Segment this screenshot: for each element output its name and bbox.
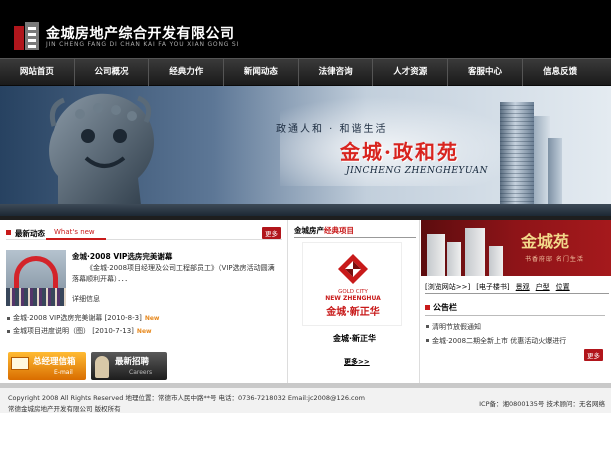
list-item[interactable]: 金城·2008二期全新上市 优惠活动火爆进行 [425,334,609,348]
project-logo-cn: 金城·新正华 [326,307,380,318]
list-item[interactable]: 金城·2008 VIP选房完美谢幕 [2010-8-3] New [6,312,282,325]
nav-item-legal[interactable]: 法律咨询 [299,59,374,86]
projects-heading-prefix: 金城房产 [294,226,324,235]
envelope-icon [11,357,29,370]
hero-banner: 政通人和 · 和谐生活 金城·政和苑 JINCHENG ZHENGHEYUAN [0,86,611,216]
tab-browse-site[interactable]: [浏览网站>>] [425,281,470,293]
nav-item-news[interactable]: 新闻动态 [224,59,299,86]
news-heading-en: What's new [54,228,95,236]
stone-lion-image [49,93,155,214]
news-heading: 最新动态 [15,229,45,238]
diamond-logo-icon [338,254,368,284]
list-item[interactable]: 金城项目进度说明（图） [2010-7-13] New [6,325,282,338]
company-pinyin: JIN CHENG FANG DI CHAN KAI FA YOU XIAN G… [46,41,240,48]
property-banner-title: 金城苑 [521,232,570,251]
bullet-icon [6,230,11,235]
projects-heading-accent: 经典项目 [324,226,354,235]
mailbox-sub: E-mail [54,369,73,376]
news-item-text[interactable]: 金城·2008 VIP选房完美谢幕 [2010-8-3] [13,314,142,322]
banner-title: 金城·政和苑 [340,140,459,164]
nav-item-projects[interactable]: 经典力作 [149,59,225,86]
tab-landscape[interactable]: 景观 [516,281,530,293]
property-banner[interactable]: 金城苑 书香府邸 名门生活 [421,220,611,276]
property-tabs: [浏览网站>>] [电子楼书] 景观 户型 位置 [425,281,609,294]
bullet-icon [425,305,430,310]
company-logo-icon[interactable] [14,22,40,50]
notice-heading: 公告栏 [425,302,457,313]
site-header: 金城房地产综合开发有限公司 JIN CHENG FANG DI CHAN KAI… [0,0,611,58]
recruitment-sub: Careers [129,369,153,376]
company-name: 金城房地产综合开发有限公司 [46,26,235,42]
tab-location[interactable]: 位置 [556,281,570,293]
project-logo-en2: NEW ZHENGHUA [325,295,381,302]
new-badge: New [144,315,160,322]
project-name[interactable]: 金城·新正华 [288,333,421,344]
right-section: 金城苑 书香府邸 名门生活 [浏览网站>>] [电子楼书] 景观 户型 位置 公… [421,220,611,383]
nav-item-about[interactable]: 公司概况 [75,59,150,86]
detail-link[interactable]: 详细信息 [72,294,100,304]
recruitment-button[interactable]: 最新招聘 Careers [91,352,167,380]
nav-item-service[interactable]: 客服中心 [448,59,523,86]
banner-pinyin: JINCHENG ZHENGHEYUAN [346,166,489,176]
news-header: 最新动态 What's new [6,226,282,240]
footer-copyright: Copyright 2008 All Rights Reserved 地理位置：… [8,394,365,402]
featured-news-desc: 《金城·2008项目经理及公司工程部员工》（VIP选房活动圆满落幕顺利开幕）．．… [72,264,275,283]
new-badge: New [136,328,152,335]
person-icon [95,356,109,378]
nav-item-feedback[interactable]: 信息反馈 [523,59,598,86]
footer-icp: ICP备：湘0800135号 技术顾问：无名网络 [479,400,605,408]
manager-mailbox-button[interactable]: 总经理信箱 E-mail [8,352,86,380]
news-section: 最新动态 What's new 更多 金城·2008 VIP选房完美谢幕 《金城… [0,220,286,383]
nav-item-careers[interactable]: 人才资源 [373,59,449,86]
site-footer: Copyright 2008 All Rights Reserved 地理位置：… [0,383,611,413]
news-more-button[interactable]: 更多 [262,227,281,239]
footer-company: 常德金城房地产开发有限公司 版权所有 [8,405,121,413]
project-logo-box[interactable]: GOLD CITY NEW ZHENGHUA 金城·新正华 [302,242,402,326]
news-photo[interactable] [6,250,66,306]
list-item[interactable]: 清明节放假通知 [425,320,609,334]
notice-list: 清明节放假通知 金城·2008二期全新上市 优惠活动火爆进行 [425,320,609,348]
main-nav: 网站首页 公司概况 经典力作 新闻动态 法律咨询 人才资源 客服中心 信息反馈 [0,58,611,86]
property-banner-slogan: 书香府邸 名门生活 [525,256,584,263]
recruitment-title: 最新招聘 [115,357,150,367]
news-item-text[interactable]: 金城项目进度说明（图） [2010-7-13] [13,327,134,335]
tab-floorplan[interactable]: 户型 [536,281,550,293]
projects-heading: 金城房产经典项目 [294,224,416,238]
banner-slogan: 政通人和 · 和谐生活 [276,124,388,135]
notice-more-button[interactable]: 更多 [584,349,603,361]
nav-item-home[interactable]: 网站首页 [0,59,75,86]
mailbox-title: 总经理信箱 [33,357,76,367]
projects-more-link[interactable]: 更多>> [344,357,370,367]
featured-news-title[interactable]: 金城·2008 VIP选房完美谢幕 [72,251,172,262]
notice-heading-text: 公告栏 [433,303,457,312]
news-list: 金城·2008 VIP选房完美谢幕 [2010-8-3] New 金城项目进度说明… [6,312,282,338]
tab-e-brochure[interactable]: [电子楼书] [476,281,509,293]
projects-section: 金城房产经典项目 GOLD CITY NEW ZHENGHUA 金城·新正华 金… [287,220,420,383]
